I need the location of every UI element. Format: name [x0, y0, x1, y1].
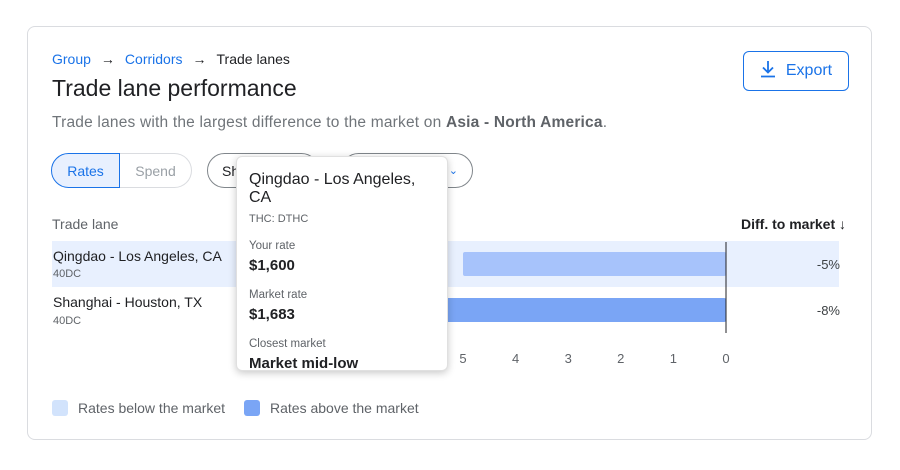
- tooltip-market-rate: $1,683: [249, 306, 295, 323]
- column-header-diff[interactable]: Diff. to market ↓: [741, 216, 846, 232]
- breadcrumb-corridors[interactable]: Corridors: [125, 51, 183, 67]
- export-label: Export: [785, 62, 833, 79]
- breadcrumb: Group → Corridors → Trade lanes: [52, 51, 290, 67]
- tooltip-subtitle: THC: DTHC: [249, 213, 309, 225]
- tooltip-closest-label: Closest market: [249, 338, 326, 350]
- download-icon: [760, 60, 776, 83]
- legend-swatch-above: [244, 400, 260, 416]
- tooltip-title: Qingdao - Los Angeles, CA: [249, 171, 416, 206]
- arrow-right-icon: →: [100, 51, 115, 67]
- toggle-rates[interactable]: Rates: [51, 153, 120, 188]
- page-subtitle: Trade lanes with the largest difference …: [52, 114, 607, 132]
- arrow-right-icon: →: [192, 51, 207, 67]
- column-header-trade-lane: Trade lane: [52, 216, 119, 232]
- tooltip-market-rate-label: Market rate: [249, 289, 308, 301]
- legend-swatch-below: [52, 400, 68, 416]
- tooltip-closest-market: Market mid-low: [249, 355, 359, 372]
- breadcrumb-group[interactable]: Group: [52, 51, 91, 67]
- lane-name[interactable]: Qingdao - Los Angeles, CA: [53, 248, 222, 264]
- diff-value: -5%: [816, 257, 840, 272]
- tooltip-your-rate: $1,600: [249, 257, 295, 274]
- subtitle-text: Trade lanes with the largest difference …: [52, 114, 446, 131]
- legend-below-label: Rates below the market: [78, 400, 226, 416]
- diff-value: -8%: [816, 303, 840, 318]
- lane-tooltip: Qingdao - Los Angeles, CA THC: DTHC Your…: [236, 156, 448, 372]
- tooltip-your-rate-label: Your rate: [249, 240, 296, 252]
- lane-container-type: 40DC: [53, 315, 82, 327]
- toggle-spend[interactable]: Spend: [120, 153, 192, 188]
- subtitle-region: Asia - North America: [445, 114, 603, 131]
- chevron-down-icon: ⌄: [448, 165, 458, 177]
- lane-container-type: 40DC: [53, 268, 82, 280]
- subtitle-suffix: .: [602, 114, 608, 131]
- breadcrumb-current: Trade lanes: [216, 51, 290, 67]
- legend-below: Rates below the market: [52, 400, 225, 416]
- page-title: Trade lane performance: [52, 75, 297, 101]
- lane-name[interactable]: Shanghai - Houston, TX: [53, 294, 202, 310]
- rates-spend-toggle: Rates Spend: [51, 153, 192, 188]
- legend-above-label: Rates above the market: [270, 400, 419, 416]
- legend-above: Rates above the market: [244, 400, 419, 416]
- export-button[interactable]: Export: [743, 51, 849, 91]
